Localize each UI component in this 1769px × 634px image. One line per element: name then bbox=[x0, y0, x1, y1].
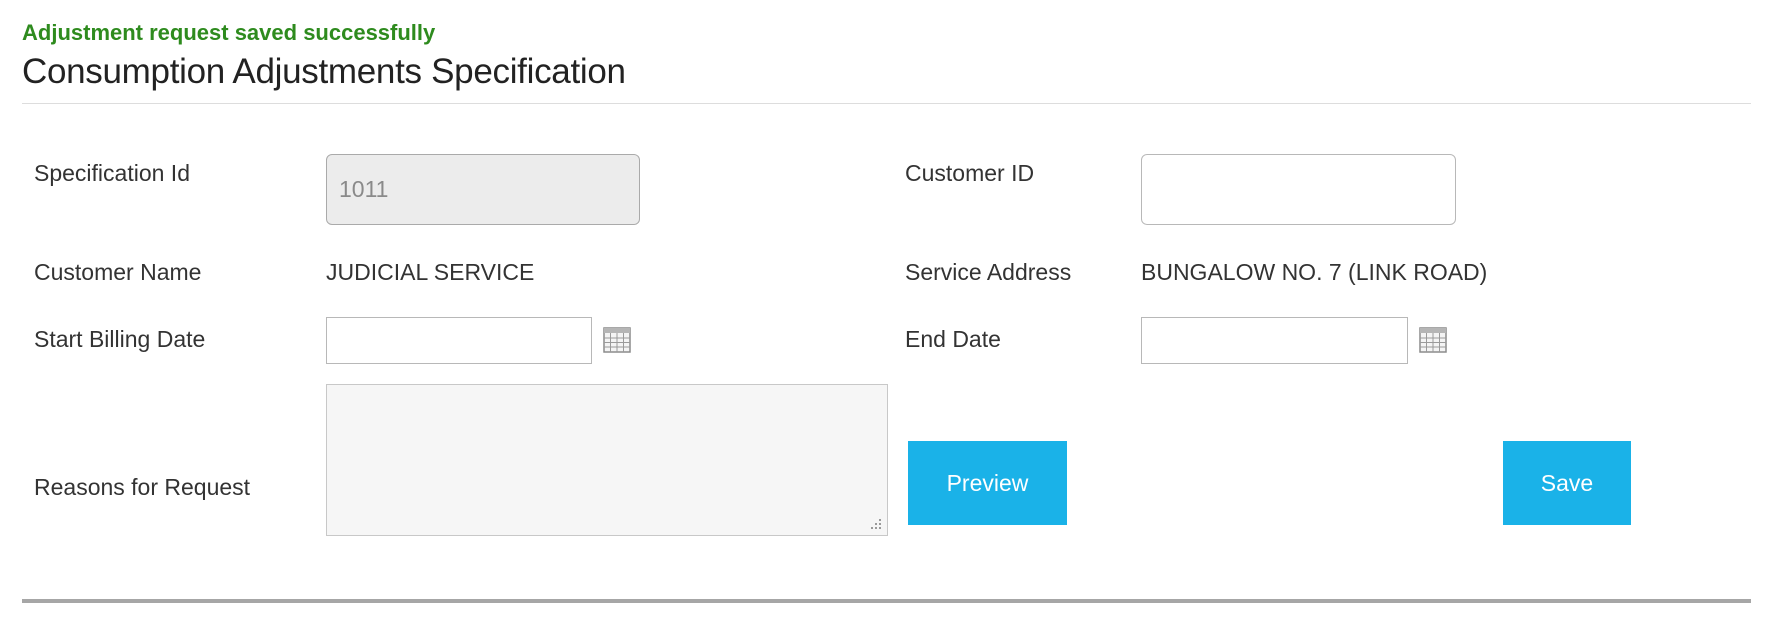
calendar-icon[interactable] bbox=[1419, 327, 1447, 353]
save-button[interactable]: Save bbox=[1503, 441, 1631, 525]
specification-id-label: Specification Id bbox=[34, 160, 190, 186]
end-date-label: End Date bbox=[905, 326, 1001, 352]
service-address-value: BUNGALOW NO. 7 (LINK ROAD) bbox=[1141, 259, 1488, 285]
resize-grip-icon[interactable] bbox=[868, 516, 882, 530]
customer-name-value: JUDICIAL SERVICE bbox=[326, 259, 535, 285]
end-date-field[interactable] bbox=[1141, 317, 1408, 364]
success-message: Adjustment request saved successfully bbox=[22, 20, 436, 45]
customer-id-field[interactable] bbox=[1141, 154, 1456, 225]
start-billing-date-label: Start Billing Date bbox=[34, 326, 206, 352]
page-title: Consumption Adjustments Specification bbox=[22, 52, 626, 91]
service-address-label: Service Address bbox=[905, 259, 1072, 285]
calendar-icon[interactable] bbox=[603, 327, 631, 353]
customer-id-label: Customer ID bbox=[905, 160, 1035, 186]
reasons-label: Reasons for Request bbox=[34, 474, 251, 500]
bottom-divider bbox=[22, 599, 1751, 603]
preview-button[interactable]: Preview bbox=[908, 441, 1067, 525]
title-divider bbox=[22, 103, 1751, 104]
reasons-textarea[interactable] bbox=[326, 384, 888, 536]
start-billing-date-field[interactable] bbox=[326, 317, 592, 364]
customer-name-label: Customer Name bbox=[34, 259, 202, 285]
specification-id-field[interactable] bbox=[326, 154, 640, 225]
